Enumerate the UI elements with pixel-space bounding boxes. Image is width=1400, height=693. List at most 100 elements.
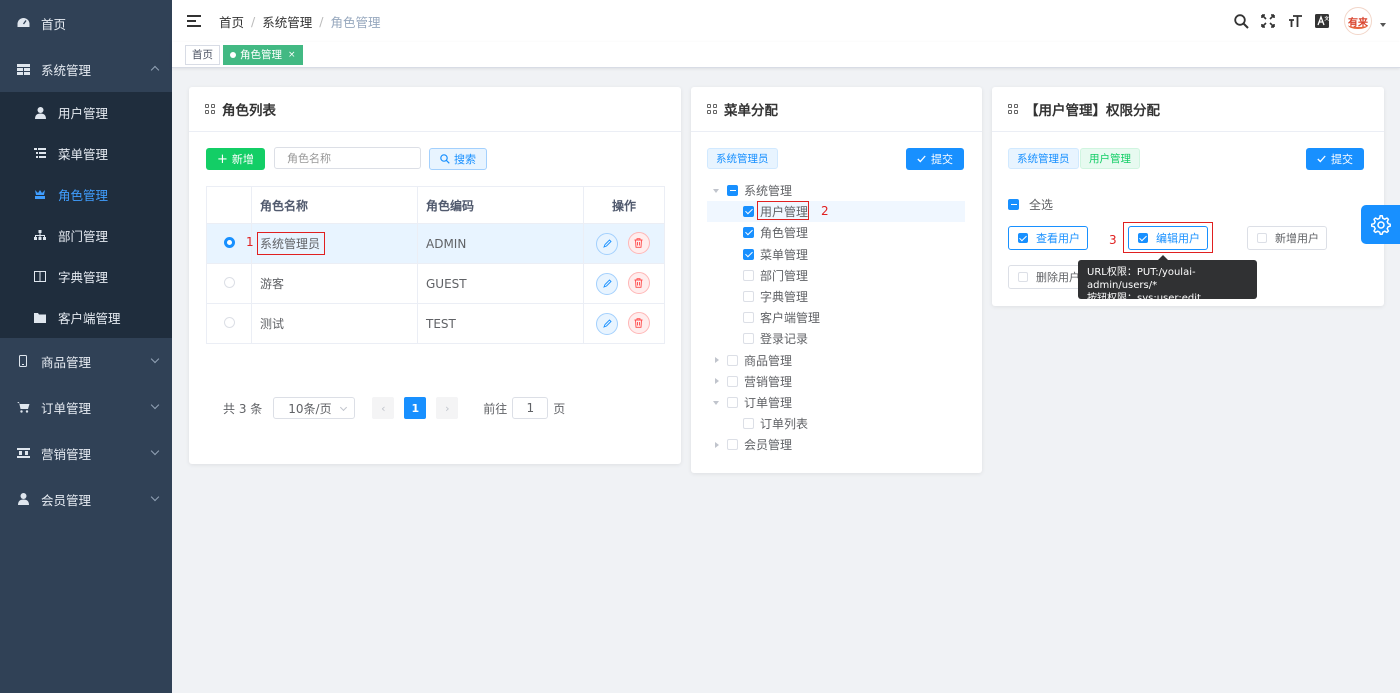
radio-button[interactable] [223, 316, 235, 328]
checkbox-unchecked[interactable] [727, 397, 738, 408]
delete-button[interactable] [627, 272, 650, 295]
sidebar-item-member[interactable]: 会员管理 [0, 476, 172, 522]
tag-role-management[interactable]: 角色管理 × [223, 44, 303, 65]
tree-node[interactable]: 用户管理 [707, 201, 965, 223]
tree-node[interactable]: 营销管理 [707, 371, 965, 392]
sidebar-item-label: 字典管理 [58, 270, 109, 285]
sidebar-item-menu[interactable]: 菜单管理 [0, 133, 172, 174]
tag-home[interactable]: 首页 [185, 44, 220, 65]
checkbox-unchecked[interactable] [743, 418, 754, 430]
checkbox-checked[interactable] [743, 206, 754, 218]
radio-button[interactable] [223, 236, 235, 248]
phone-icon [16, 354, 30, 368]
caret-down-icon[interactable] [713, 400, 719, 405]
caret-right-icon[interactable] [715, 441, 719, 448]
goto-suffix: 页 [553, 401, 566, 416]
checkbox-unchecked[interactable] [743, 269, 754, 281]
tree-node[interactable]: 订单列表 [707, 413, 965, 434]
sidebar-item-goods[interactable]: 商品管理 [0, 338, 172, 384]
select-all-checkbox[interactable]: 全选 [1008, 196, 1053, 213]
edit-button[interactable] [596, 232, 618, 255]
close-icon[interactable]: × [288, 50, 296, 60]
tree-node[interactable]: 客户端管理 [707, 307, 965, 328]
sidebar-item-label: 角色管理 [58, 188, 109, 203]
perm-label: 新增用户 [1275, 232, 1319, 245]
radio-button[interactable] [223, 276, 235, 288]
search-icon[interactable] [1233, 13, 1249, 29]
perm-delete-user[interactable]: 删除用户 [1008, 265, 1088, 289]
tree-node[interactable]: 字典管理 [707, 286, 965, 307]
checkbox-indeterminate[interactable] [1008, 199, 1019, 210]
cart-icon [16, 400, 30, 414]
page-number-button[interactable]: 1 [404, 397, 427, 419]
table-row[interactable]: 游客 GUEST [206, 263, 665, 304]
settings-button[interactable] [1361, 205, 1400, 244]
edit-button[interactable] [596, 312, 618, 335]
sidebar-item-system[interactable]: 系统管理 [0, 46, 172, 92]
checkbox-unchecked[interactable] [727, 375, 738, 387]
language-icon[interactable]: 文 [1314, 13, 1330, 29]
checkbox-unchecked[interactable] [743, 312, 754, 324]
fullscreen-icon[interactable] [1260, 13, 1276, 29]
sidebar-item-client[interactable]: 客户端管理 [0, 297, 172, 338]
breadcrumb-system[interactable]: 系统管理 [262, 12, 312, 31]
checkbox-unchecked[interactable] [727, 439, 738, 451]
checkbox-unchecked[interactable] [743, 291, 754, 302]
font-size-icon[interactable] [1287, 13, 1303, 29]
caret-down-icon[interactable] [1380, 23, 1386, 27]
caret-down-icon[interactable] [713, 188, 719, 193]
perm-view-user[interactable]: 查看用户 [1008, 226, 1088, 250]
page-size-select[interactable]: 10条/页 [273, 397, 356, 419]
checkbox-unchecked[interactable] [743, 333, 754, 345]
table-cell-select[interactable] [206, 303, 252, 344]
permission-submit-button[interactable]: 提交 [1306, 148, 1364, 170]
sidebar-item-user[interactable]: 用户管理 [0, 92, 172, 133]
menu-submit-button[interactable]: 提交 [906, 148, 964, 170]
avatar[interactable]: 有来 [1344, 7, 1372, 35]
hamburger-icon[interactable] [187, 15, 201, 27]
prev-page-button[interactable]: ‹ [372, 397, 395, 419]
perm-add-user[interactable]: 新增用户 [1247, 226, 1327, 250]
tree-node[interactable]: 订单管理 [707, 392, 965, 413]
caret-right-icon[interactable] [715, 378, 719, 385]
table-cell-select[interactable] [206, 263, 252, 304]
caret-right-icon[interactable] [715, 357, 719, 364]
checkbox-checked[interactable] [743, 227, 754, 239]
sidebar-item-home[interactable]: 首页 [0, 0, 172, 46]
tree-node[interactable]: 菜单管理 [707, 244, 965, 265]
tree-node[interactable]: 商品管理 [707, 350, 965, 371]
sidebar-submenu-system: 用户管理 菜单管理 角色管理 部门管理 字典管理 客户端管理 [0, 92, 172, 338]
sidebar-item-dict[interactable]: 字典管理 [0, 256, 172, 297]
sidebar-item-role[interactable]: 角色管理 [0, 174, 172, 215]
selected-role-tag: 系统管理员 [707, 148, 778, 169]
add-role-button[interactable]: + 新增 [206, 148, 265, 170]
checkbox-unchecked[interactable] [1257, 233, 1267, 243]
table-row[interactable]: 测试 TEST [206, 303, 665, 344]
tree-node[interactable]: 会员管理 [707, 434, 965, 455]
sidebar-item-marketing[interactable]: 营销管理 [0, 430, 172, 476]
checkbox-checked[interactable] [1018, 233, 1028, 243]
tree-node[interactable]: 角色管理 [707, 222, 965, 243]
breadcrumb-home[interactable]: 首页 [219, 12, 244, 31]
search-button[interactable]: 搜索 [429, 148, 487, 170]
sidebar-item-order[interactable]: 订单管理 [0, 384, 172, 430]
edit-button[interactable] [596, 272, 618, 295]
checkbox-unchecked[interactable] [727, 354, 738, 366]
sidebar-item-dept[interactable]: 部门管理 [0, 215, 172, 256]
role-name-search-input[interactable]: 角色名称 [274, 147, 421, 169]
goto-page-input[interactable]: 1 [512, 397, 549, 419]
card-header: 菜单分配 [691, 87, 982, 132]
tree-node[interactable]: 部门管理 [707, 265, 965, 286]
checkbox-unchecked[interactable] [1018, 272, 1028, 282]
checkbox-checked[interactable] [743, 248, 754, 260]
tree-node[interactable]: 登录记录 [707, 328, 965, 349]
annotation-2: 2 [821, 204, 829, 218]
table-cell-select[interactable] [206, 223, 252, 264]
card-title: 【用户管理】权限分配 [1025, 103, 1160, 119]
delete-button[interactable] [627, 232, 650, 255]
delete-button[interactable] [627, 312, 650, 335]
tree-node[interactable]: 系统管理 [707, 180, 965, 201]
checkbox-indeterminate[interactable] [727, 185, 738, 196]
sidebar-item-label: 部门管理 [58, 229, 109, 244]
next-page-button[interactable]: › [436, 397, 459, 419]
